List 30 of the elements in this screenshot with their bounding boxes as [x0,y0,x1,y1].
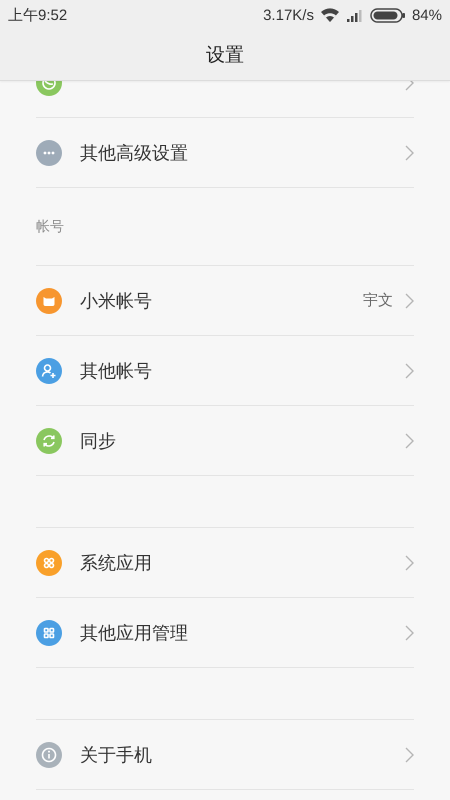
more-icon [36,140,62,166]
settings-item[interactable]: 其他高级设置 [36,118,414,188]
page-title: 设置 [206,43,244,68]
section-header: 帐号 [36,218,64,236]
chevron-icon [405,746,414,762]
item-value: 宇文 [363,291,393,310]
cat-face-icon [36,288,62,314]
settings-item[interactable]: 其他应用管理 [36,598,414,668]
battery-percentage: 84% [412,6,442,24]
status-time: 上午9:52 [8,6,68,24]
battery-icon [370,8,406,22]
settings-item[interactable]: 系统应用 [36,528,414,598]
chevron-icon [405,624,414,640]
settings-item[interactable]: 其他帐号 [36,336,414,406]
info-icon [36,742,62,768]
settings-item[interactable]: 小米帐号 宇文 [36,266,414,336]
network-speed: 3.17K/s [263,6,314,24]
chevron-icon [405,432,414,448]
chevron-icon [405,362,414,378]
add-person-icon [36,358,62,384]
chevron-icon [405,144,414,160]
signal-icon [346,8,364,22]
settings-item[interactable]: 同步 [36,406,414,476]
chevron-icon [405,554,414,570]
grid-icon [36,620,62,646]
circles-icon [36,550,62,576]
wifi-icon [320,8,340,22]
chevron-icon [405,292,414,308]
sync-icon [36,428,62,454]
settings-item[interactable]: 关于手机 [36,720,414,790]
